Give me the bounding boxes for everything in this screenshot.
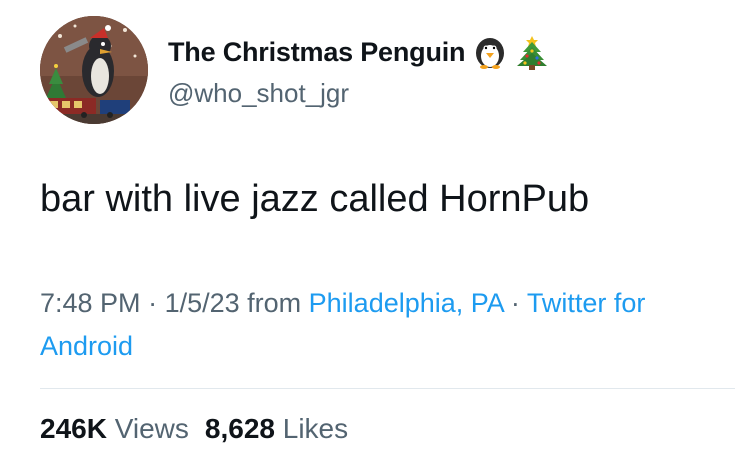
views-count: 246K	[40, 413, 107, 444]
author-name-row[interactable]: The Christmas Penguin	[168, 34, 549, 70]
tweet-meta: 7:48 PM · 1/5/23 from Philadelphia, PA ·…	[40, 282, 735, 325]
tweet-time[interactable]: 7:48 PM	[40, 288, 141, 318]
author-handle[interactable]: @who_shot_jgr	[168, 78, 349, 109]
views-stat[interactable]: 246K Views	[40, 413, 189, 445]
meta-separator: ·	[503, 288, 527, 318]
views-label: Views	[114, 413, 189, 444]
tweet-date[interactable]: 1/5/23	[165, 288, 240, 318]
likes-stat[interactable]: 8,628 Likes	[205, 413, 348, 445]
display-name[interactable]: The Christmas Penguin	[168, 37, 466, 68]
likes-label: Likes	[282, 413, 349, 444]
engagement-stats: 246K Views 8,628 Likes	[40, 413, 348, 445]
location-link[interactable]: Philadelphia, PA	[309, 288, 504, 318]
likes-count: 8,628	[204, 413, 275, 444]
tweet-text: bar with live jazz called HornPub	[40, 178, 590, 220]
divider	[40, 388, 735, 389]
tweet-meta-line2: Android	[40, 325, 133, 368]
source-link-continued[interactable]: Android	[40, 331, 133, 361]
penguin-emoji-icon	[473, 34, 507, 70]
avatar[interactable]	[40, 16, 148, 124]
tweet-card: The Christmas Penguin @who_shot_jgr bar …	[0, 0, 735, 474]
christmas-tree-emoji-icon	[515, 34, 549, 70]
source-link[interactable]: Twitter for	[527, 288, 646, 318]
from-label: from	[239, 288, 309, 318]
meta-separator: ·	[140, 288, 165, 318]
